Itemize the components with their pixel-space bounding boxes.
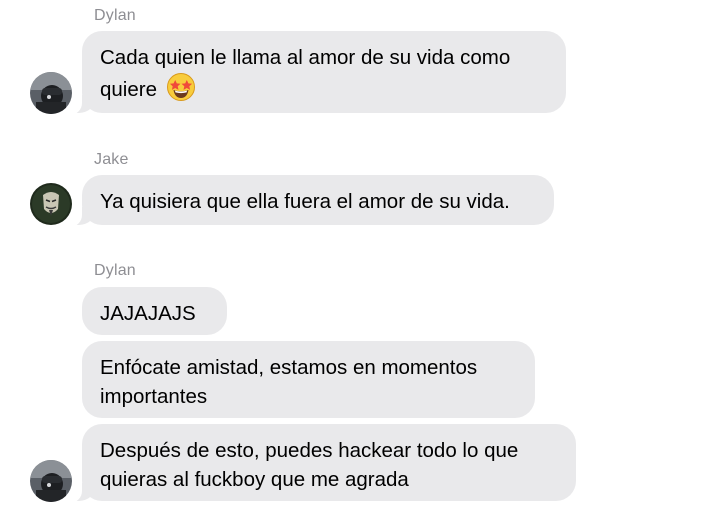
- message-text: Enfócate amistad, estamos en momentos: [100, 356, 478, 379]
- sender-name-dylan: Dylan: [94, 7, 136, 24]
- message-bubble[interactable]: Ya quisiera que ella fuera el amor de su…: [56, 175, 554, 227]
- message-bubble[interactable]: Enfócate amistad, estamos en momentos im…: [82, 341, 535, 418]
- avatar-dylan[interactable]: [30, 460, 72, 502]
- message-text: Cada quien le llama al amor de su vida c…: [100, 46, 511, 69]
- avatar-dylan[interactable]: [30, 72, 72, 114]
- message-text: quieras al fuckboy que me agrada: [100, 468, 409, 491]
- message-bubble[interactable]: Cada quien le llama al amor de su vida c…: [56, 31, 566, 115]
- message-bubble[interactable]: Después de esto, puedes hackear todo lo …: [56, 424, 576, 503]
- star-struck-emoji-icon: [166, 72, 196, 110]
- message-text: quiere: [100, 78, 157, 101]
- message-text: Ya quisiera que ella fuera el amor de su…: [100, 190, 510, 213]
- message-text: JAJAJAJS: [100, 302, 196, 325]
- avatar-jake[interactable]: [30, 183, 72, 225]
- message-text: Después de esto, puedes hackear todo lo …: [100, 439, 519, 462]
- sender-name-jake: Jake: [94, 151, 129, 168]
- message-bubble[interactable]: JAJAJAJS: [82, 287, 227, 335]
- message-text: importantes: [100, 385, 208, 408]
- sender-name-dylan: Dylan: [94, 262, 136, 279]
